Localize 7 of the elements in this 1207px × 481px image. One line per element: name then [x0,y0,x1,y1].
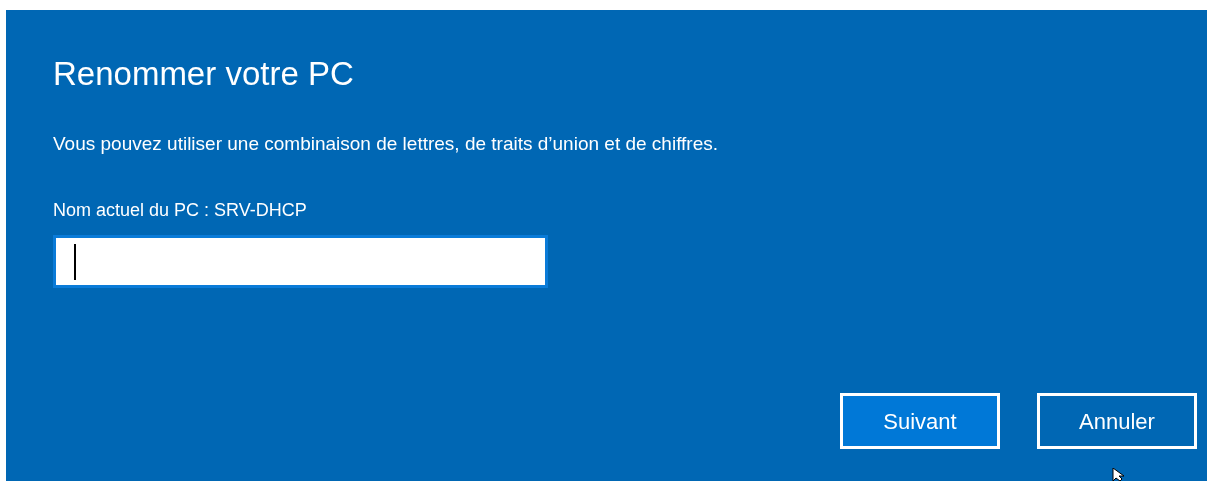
dialog-title: Renommer votre PC [53,54,354,94]
current-name-label: Nom actuel du PC : SRV-DHCP [53,199,307,222]
dialog-button[interactable]: Suivant [840,393,1000,449]
name-input-field[interactable] [53,235,548,288]
text-caret-icon [74,243,76,280]
description-text: Vous pouvez utiliser une combinaison de lettres, de traits d’union et de chiffres. [53,132,719,156]
dialog-button[interactable]: Annuler [1037,393,1197,449]
